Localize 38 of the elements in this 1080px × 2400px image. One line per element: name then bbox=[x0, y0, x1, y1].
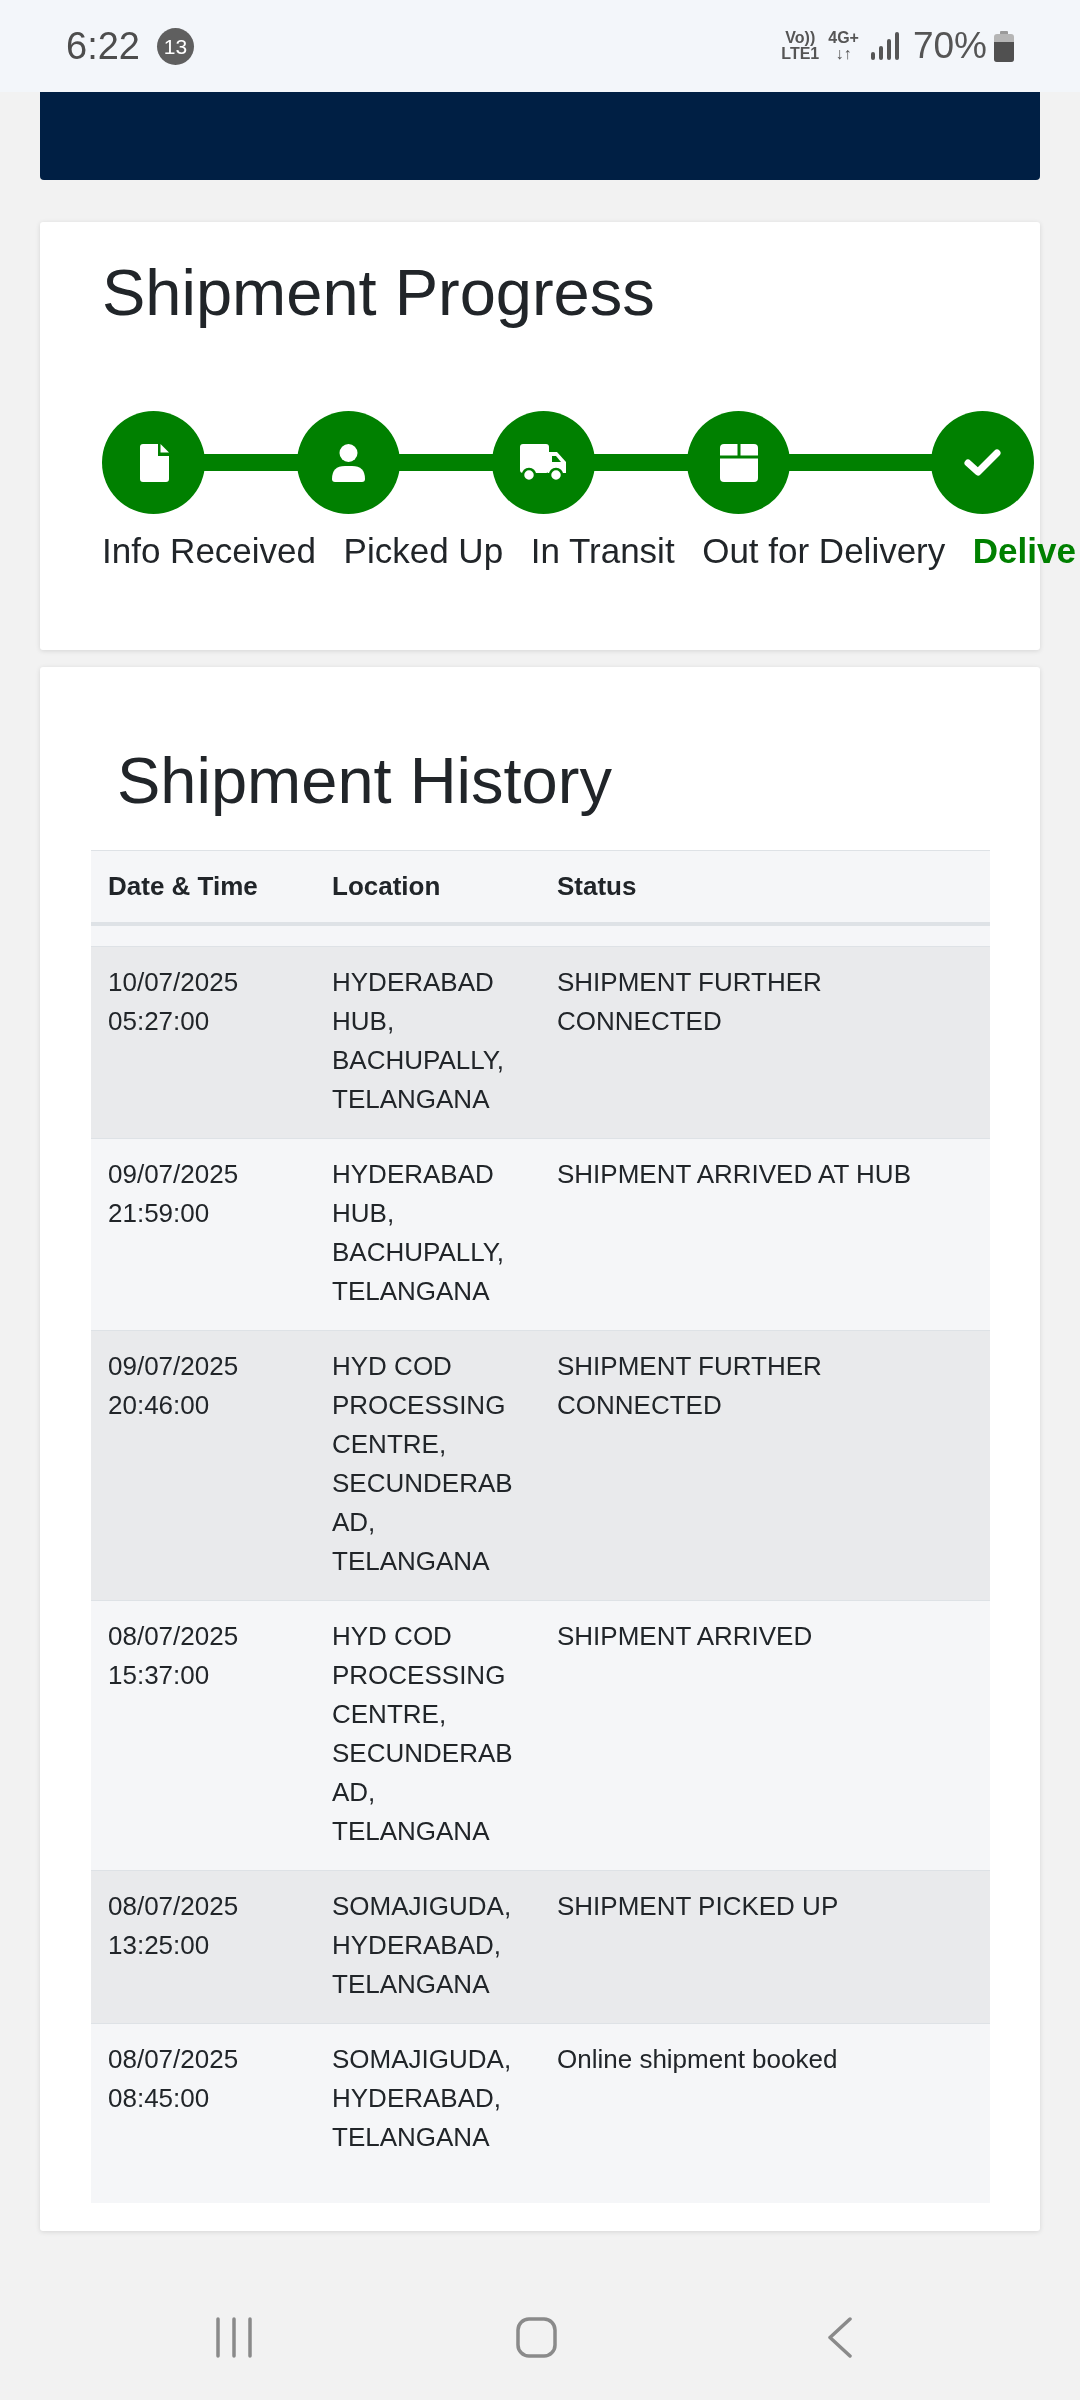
table-cell-text: SOMAJIGUDA, HYDERABAD, TELANGANA bbox=[331, 1890, 513, 2001]
table-cell-text: 10/07/2025 05:27:00 bbox=[107, 966, 240, 1038]
table-cell-text: 09/07/2025 20:46:00 bbox=[107, 1350, 240, 1422]
table-cell-text: HYD COD PROCESSING CENTRE, SECUNDERABAD, TELANGANA bbox=[331, 1620, 514, 1848]
home-icon[interactable] bbox=[516, 2317, 557, 2358]
table-cell-text: SHIPMENT ARRIVED AT HUB bbox=[556, 1158, 912, 1191]
table-cell-text: HYD COD PROCESSING CENTRE, SECUNDERABAD, TELANGANA bbox=[331, 1350, 514, 1578]
recent-apps-icon[interactable] bbox=[216, 2317, 252, 2358]
table-cell-text: SHIPMENT ARRIVED bbox=[556, 1620, 814, 1653]
column-header: Status bbox=[556, 870, 638, 903]
column-header: Date & Time bbox=[107, 870, 259, 903]
table-cell-text: 08/07/2025 08:45:00 bbox=[107, 2043, 240, 2115]
table-cell-text: HYDERABAD HUB, BACHUPALLY, TELANGANA bbox=[331, 966, 505, 1116]
table-cell-text: SHIPMENT PICKED UP bbox=[556, 1890, 840, 1923]
battery-percentage: 70% bbox=[912, 24, 987, 68]
table-cell-text: SHIPMENT FURTHER CONNECTED bbox=[556, 1350, 823, 1422]
step-label: Delive bbox=[972, 530, 1076, 572]
table-cell-text: 08/07/2025 15:37:00 bbox=[107, 1620, 240, 1692]
signal-icon bbox=[870, 32, 899, 60]
notification-badge: 13 bbox=[156, 27, 194, 65]
battery-icon bbox=[994, 30, 1014, 62]
section-title: Shipment History bbox=[117, 743, 613, 819]
step-label: In Transit bbox=[530, 530, 675, 572]
step-label: Picked Up bbox=[343, 530, 504, 572]
table-cell-text: Online shipment booked bbox=[556, 2043, 839, 2076]
volte-indicator: Vo)) LTE1 bbox=[781, 30, 820, 62]
table-cell-text: SHIPMENT FURTHER CONNECTED bbox=[556, 966, 823, 1038]
table-cell-text: 08/07/2025 13:25:00 bbox=[107, 1890, 240, 1962]
section-title: Shipment Progress bbox=[102, 255, 656, 331]
table-cell-text: HYDERABAD HUB, BACHUPALLY, TELANGANA bbox=[331, 1158, 505, 1308]
step-label: Info Received bbox=[102, 530, 317, 572]
network-type-indicator: 4G+ ↓↑ bbox=[828, 30, 859, 62]
table-cell-text: SOMAJIGUDA, HYDERABAD, TELANGANA bbox=[331, 2043, 513, 2154]
step-label: Out for Delivery bbox=[702, 530, 946, 572]
table-cell-text: 09/07/2025 21:59:00 bbox=[107, 1158, 240, 1230]
back-icon[interactable] bbox=[827, 2317, 853, 2358]
clock-time: 6:22 bbox=[66, 24, 140, 68]
column-header: Location bbox=[331, 870, 442, 903]
